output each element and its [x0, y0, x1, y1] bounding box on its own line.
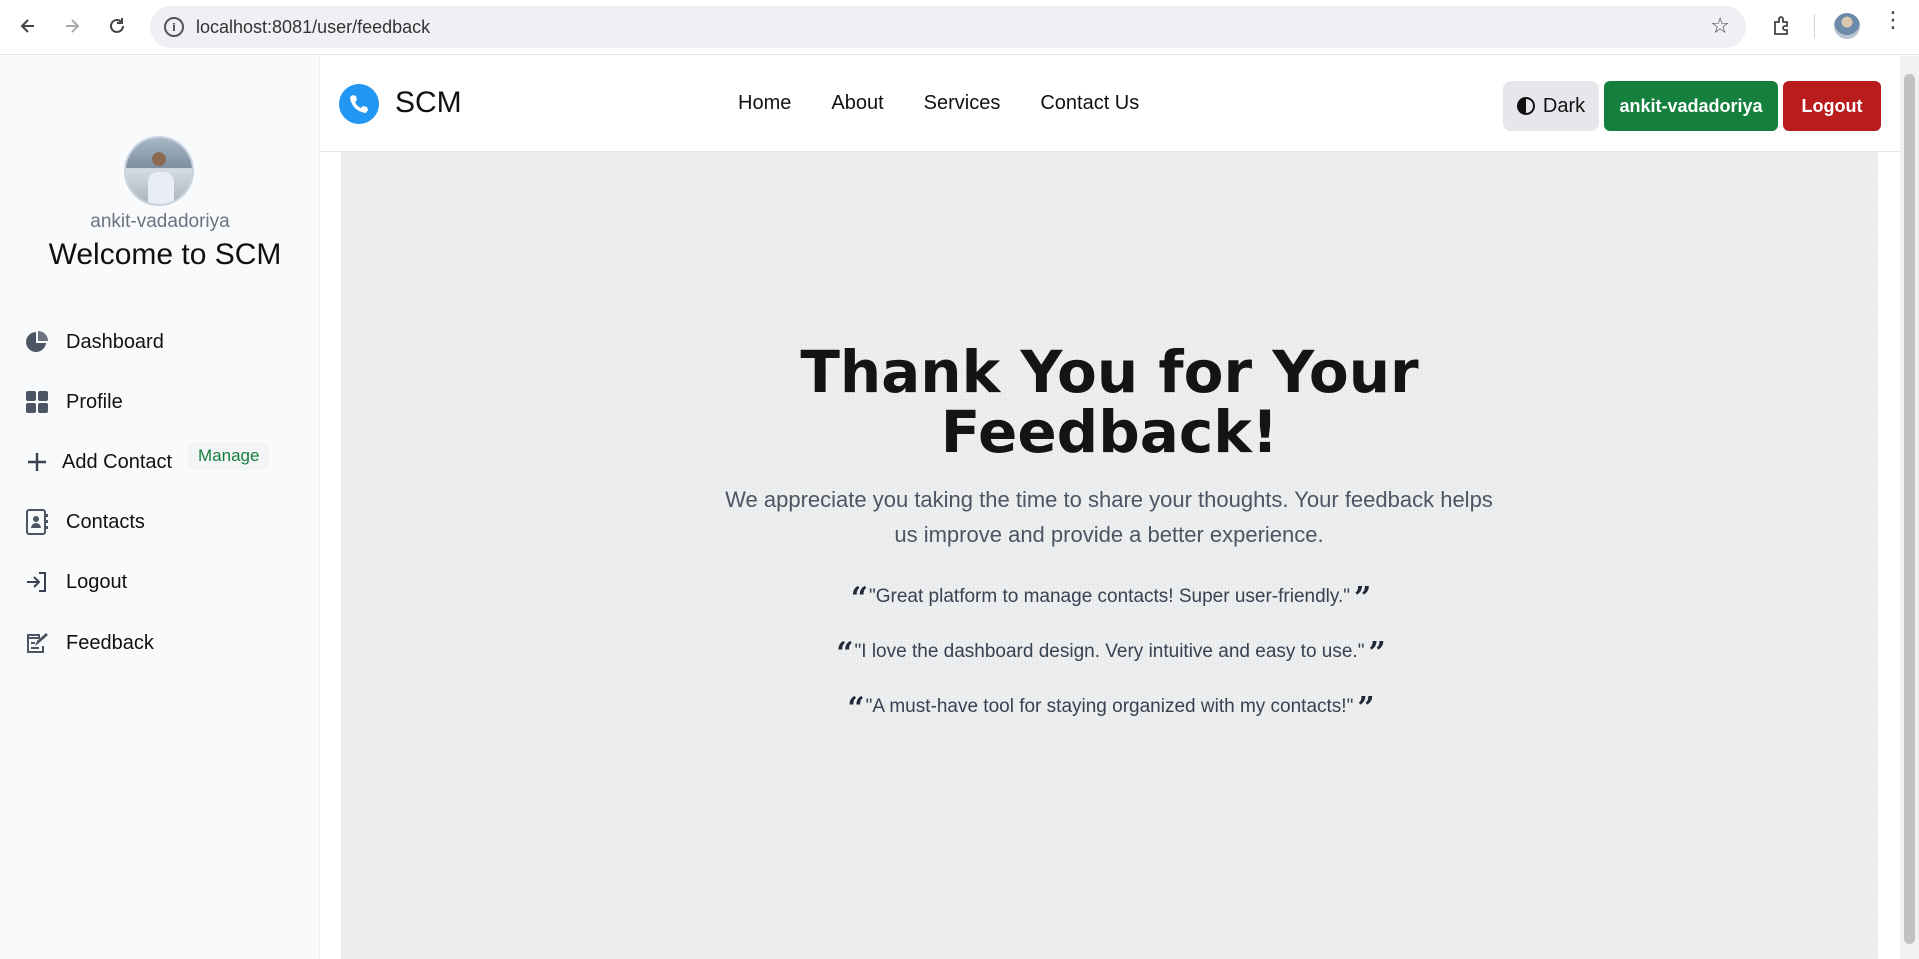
nav-link-home[interactable]: Home: [738, 92, 791, 115]
half-circle-icon: [1516, 97, 1535, 115]
sign-out-icon: [24, 569, 50, 595]
phone-logo-icon[interactable]: [339, 84, 379, 124]
url-text[interactable]: localhost:8081/user/feedback: [196, 17, 430, 38]
quote-text: "I love the dashboard design. Very intui…: [854, 641, 1365, 662]
quote-text: "Great platform to manage contacts! Supe…: [869, 586, 1350, 607]
brand-name[interactable]: SCM: [395, 86, 462, 120]
message-line-2: us improve and provide a better experien…: [894, 522, 1324, 547]
reload-icon[interactable]: [103, 12, 131, 40]
browser-toolbar: i localhost:8081/user/feedback ☆ ⋮: [0, 0, 1919, 55]
testimonial-quote: “"I love the dashboard design. Very intu…: [341, 636, 1878, 671]
sidebar-welcome-title: Welcome to SCM: [48, 238, 282, 271]
address-bar[interactable]: i localhost:8081/user/feedback ☆: [150, 6, 1746, 48]
forward-icon[interactable]: [58, 12, 86, 40]
sidebar-item-contacts[interactable]: Contacts: [24, 502, 304, 542]
sidebar-item-label: Logout: [66, 570, 128, 593]
theme-toggle-button[interactable]: Dark: [1503, 81, 1599, 131]
grid-icon: [24, 389, 50, 415]
sidebar-item-label: Profile: [66, 390, 123, 413]
quote-text: "A must-have tool for staying organized …: [865, 696, 1354, 717]
sidebar-username: ankit-vadadoriya: [90, 211, 230, 232]
page-title: Thank You for Your Feedback!: [341, 342, 1878, 462]
title-line-1: Thank You for Your: [800, 338, 1419, 406]
title-line-2: Feedback!: [940, 398, 1279, 466]
browser-profile-avatar[interactable]: [1834, 13, 1860, 39]
avatar: [124, 136, 194, 206]
quote-left-icon: “: [850, 581, 868, 616]
site-info-icon[interactable]: i: [164, 17, 184, 37]
pie-chart-icon: [24, 329, 50, 355]
app-navbar: SCM Home About Services Contact Us Dark …: [320, 56, 1900, 152]
sidebar-item-add-contact[interactable]: Add Contact: [24, 442, 304, 482]
extensions-icon[interactable]: [1769, 12, 1795, 38]
sidebar-item-label: Contacts: [66, 510, 145, 533]
quote-left-icon: “: [836, 636, 853, 671]
kebab-menu-icon[interactable]: ⋮: [1882, 10, 1904, 32]
logout-button[interactable]: Logout: [1783, 81, 1881, 131]
sidebar-item-feedback[interactable]: Feedback: [24, 623, 304, 663]
back-icon[interactable]: [14, 12, 42, 40]
bookmark-star-icon[interactable]: ☆: [1710, 14, 1730, 39]
nav-link-contact-us[interactable]: Contact Us: [1040, 92, 1139, 115]
nav-link-services[interactable]: Services: [924, 92, 1001, 115]
plus-icon: [24, 449, 50, 475]
quote-left-icon: “: [847, 691, 864, 726]
nav-links: Home About Services Contact Us: [738, 92, 1179, 115]
message-line-1: We appreciate you taking the time to sha…: [725, 487, 1493, 512]
sidebar-item-label: Feedback: [66, 631, 154, 654]
quote-right-icon: ”: [1357, 691, 1374, 726]
sidebar-item-label: Add Contact: [62, 450, 173, 473]
address-book-icon: [24, 509, 50, 535]
scrollbar-thumb[interactable]: [1904, 74, 1915, 944]
quote-right-icon: ”: [1353, 581, 1371, 616]
feedback-thankyou-section: Thank You for Your Feedback! We apprecia…: [341, 152, 1878, 959]
user-button[interactable]: ankit-vadadoriya: [1604, 81, 1778, 131]
testimonial-quote: “"Great platform to manage contacts! Sup…: [341, 581, 1878, 616]
theme-toggle-label: Dark: [1542, 94, 1586, 117]
testimonial-quote: “"A must-have tool for staying organized…: [341, 691, 1878, 726]
sidebar-item-dashboard[interactable]: Dashboard: [24, 322, 304, 362]
edit-note-icon: [24, 630, 50, 656]
sidebar: ankit-vadadoriya Welcome to SCM Dashboar…: [0, 56, 320, 959]
thank-you-message: We appreciate you taking the time to sha…: [709, 482, 1509, 552]
sidebar-item-label: Dashboard: [66, 330, 164, 353]
nav-link-about[interactable]: About: [831, 92, 883, 115]
quote-right-icon: ”: [1368, 636, 1385, 671]
sidebar-item-logout[interactable]: Logout: [24, 562, 304, 602]
toolbar-divider: [1814, 14, 1815, 38]
sidebar-item-profile[interactable]: Profile: [24, 382, 304, 422]
